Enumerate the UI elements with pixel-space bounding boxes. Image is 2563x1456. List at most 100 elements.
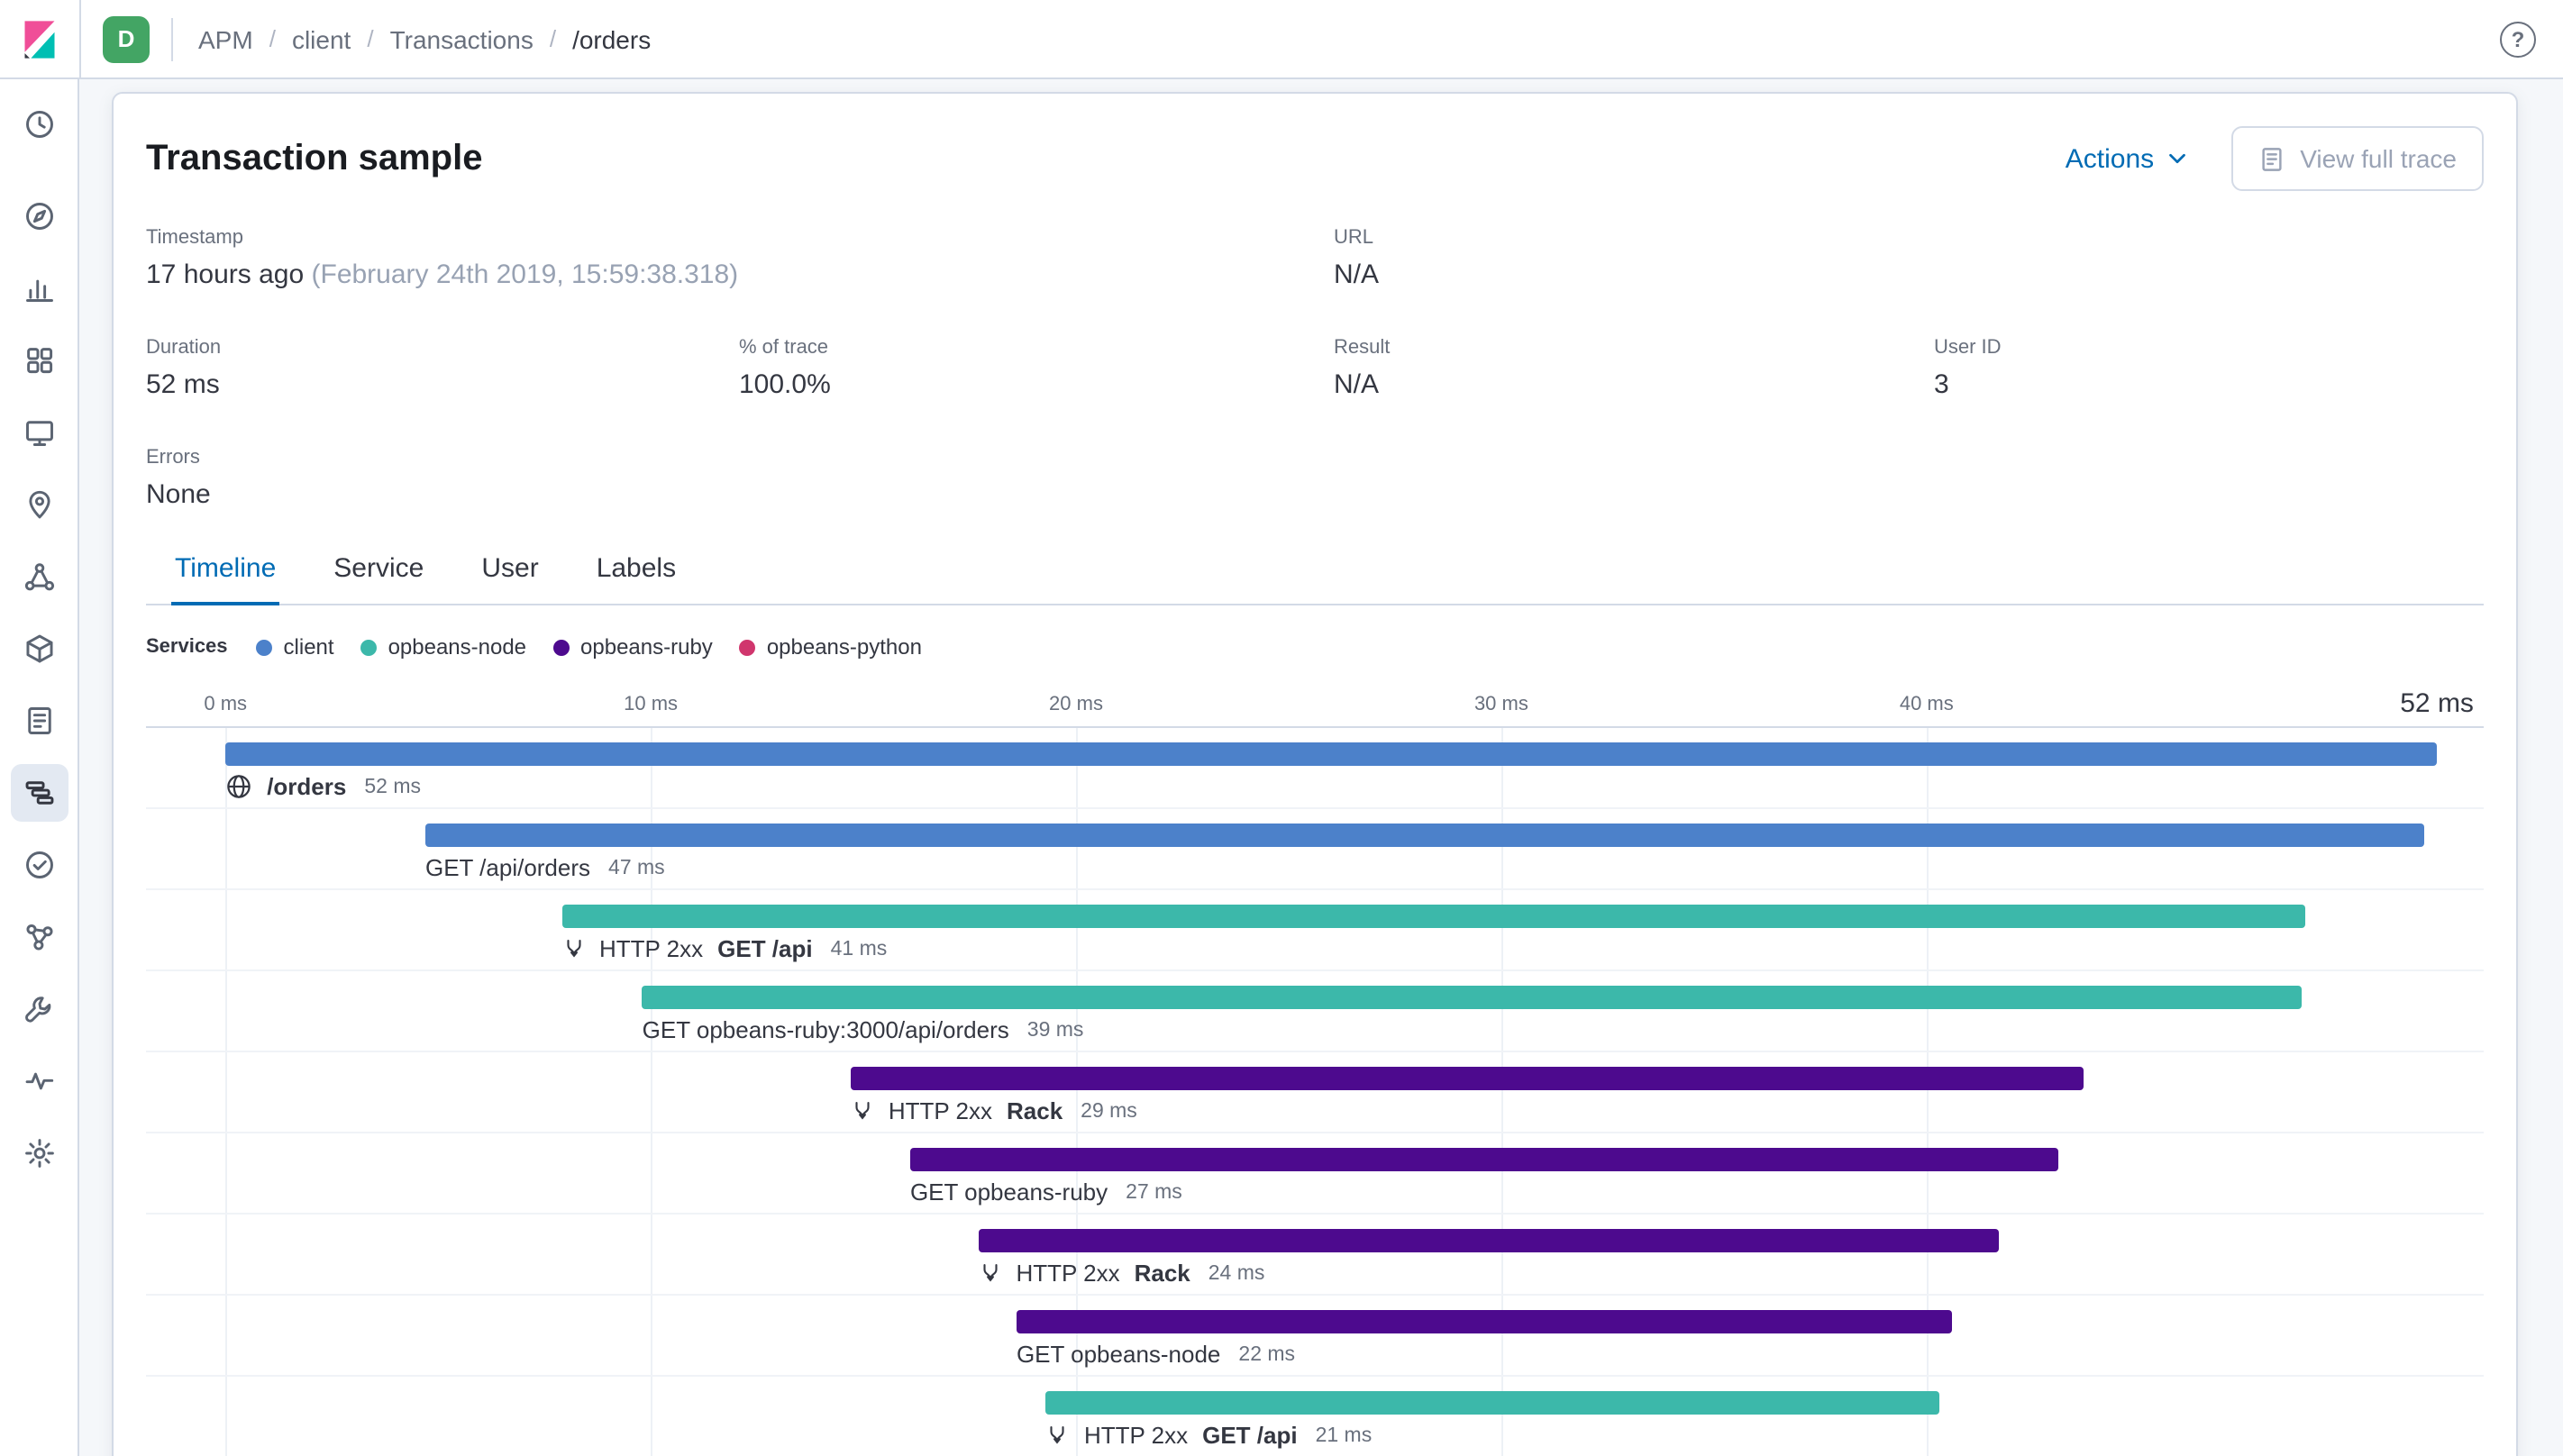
waterfall-bar[interactable]: [978, 1229, 2000, 1252]
axis-total-duration: 52 ms: [2400, 688, 2474, 719]
dashboard-icon: [23, 344, 55, 377]
field-label: Result: [1334, 337, 1391, 359]
field-duration: Duration 52 ms: [146, 337, 739, 400]
topbar-divider: [171, 17, 173, 60]
field-errors: Errors None: [146, 447, 739, 510]
waterfall-row[interactable]: GET opbeans-ruby 27 ms: [146, 1133, 2484, 1215]
legend-label: opbeans-python: [766, 634, 922, 660]
waterfall-row[interactable]: /orders 52 ms: [146, 728, 2484, 809]
waterfall-bar[interactable]: [909, 1148, 2059, 1171]
breadcrumb-transactions[interactable]: Transactions: [390, 24, 534, 53]
merge-icon: [566, 940, 580, 958]
breadcrumb-service[interactable]: client: [292, 24, 351, 53]
breadcrumb-apm[interactable]: APM: [198, 24, 253, 53]
sidebar-item-logs[interactable]: [10, 692, 68, 750]
visualize-icon: [23, 272, 55, 305]
merge-icon: [1051, 1426, 1065, 1444]
waterfall-bar[interactable]: [424, 824, 2424, 847]
waterfall-bar[interactable]: [225, 742, 2438, 766]
legend-dot: [553, 639, 570, 655]
discover-icon: [23, 200, 55, 232]
waterfall-row[interactable]: GET /api/orders 47 ms: [146, 809, 2484, 890]
maps-icon: [23, 488, 55, 521]
tab-timeline[interactable]: Timeline: [171, 535, 280, 605]
sidebar-item-machine-learning[interactable]: [10, 548, 68, 605]
waterfall-bar[interactable]: [850, 1067, 2084, 1090]
logs-icon: [23, 705, 55, 737]
field-value: N/A: [1334, 369, 1380, 400]
axis-tick: 0 ms: [204, 694, 248, 715]
sidebar-item-maps[interactable]: [10, 476, 68, 533]
waterfall-item-label: GET opbeans-ruby:3000/api/orders 39 ms: [643, 1016, 1084, 1043]
space-badge[interactable]: D: [103, 15, 150, 62]
waterfall-bar[interactable]: [642, 986, 2302, 1009]
sidebar-item-infrastructure[interactable]: [10, 620, 68, 678]
result-badge: HTTP 2xx: [599, 935, 704, 962]
span-duration: 22 ms: [1238, 1343, 1296, 1365]
waterfall-row[interactable]: HTTP 2xx GET /api 41 ms: [146, 890, 2484, 971]
result-badge: HTTP 2xx: [888, 1097, 992, 1124]
sidebar-item-dev-tools[interactable]: [10, 980, 68, 1038]
sidebar-item-discover[interactable]: [10, 187, 68, 245]
waterfall-item-label: /orders 52 ms: [225, 773, 421, 800]
waterfall-row[interactable]: HTTP 2xx Rack 29 ms: [146, 1052, 2484, 1133]
sidebar-item-canvas[interactable]: [10, 404, 68, 461]
span-name: GET opbeans-node: [1016, 1341, 1221, 1368]
actions-menu-button[interactable]: Actions: [2066, 143, 2188, 174]
apm-icon: [23, 777, 55, 809]
legend-dot: [360, 639, 378, 655]
waterfall-row[interactable]: GET opbeans-ruby:3000/api/orders 39 ms: [146, 971, 2484, 1052]
axis-tick: 10 ms: [624, 694, 679, 715]
span-duration: 52 ms: [364, 776, 421, 797]
span-duration: 21 ms: [1315, 1424, 1373, 1446]
sidebar-item-visualize[interactable]: [10, 259, 68, 317]
sidebar-item-monitoring[interactable]: [10, 1052, 68, 1110]
tab-labels[interactable]: Labels: [593, 535, 680, 605]
help-icon[interactable]: ?: [2500, 21, 2536, 57]
span-duration: 39 ms: [1026, 1019, 1084, 1041]
sidebar-item-dashboard[interactable]: [10, 332, 68, 389]
waterfall-bar[interactable]: [1016, 1310, 1953, 1333]
sidebar-item-recently-viewed[interactable]: [10, 96, 68, 153]
chevron-down-icon: [2169, 153, 2186, 164]
legend-dot: [739, 639, 756, 655]
span-duration: 29 ms: [1081, 1100, 1137, 1122]
sidebar-item-apm[interactable]: [10, 764, 68, 822]
breadcrumb: APM / client / Transactions / /orders: [198, 24, 651, 53]
waterfall-bar[interactable]: [1045, 1391, 1939, 1415]
span-name: GET /api/orders: [424, 854, 591, 881]
legend-item-opbeans-ruby: opbeans-ruby: [553, 634, 713, 660]
legend-label: client: [283, 634, 334, 660]
view-full-trace-button[interactable]: View full trace: [2231, 126, 2484, 191]
dev-tools-icon: [23, 993, 55, 1025]
kibana-logo[interactable]: [0, 0, 81, 77]
waterfall-row[interactable]: GET opbeans-node 22 ms: [146, 1296, 2484, 1377]
field-label: URL: [1334, 227, 1374, 249]
waterfall-row[interactable]: HTTP 2xx GET /api 21 ms: [146, 1377, 2484, 1456]
services-legend-title: Services: [146, 636, 228, 658]
sidebar-item-uptime[interactable]: [10, 836, 68, 894]
axis-tick: 40 ms: [1899, 694, 1954, 715]
legend-label: opbeans-node: [388, 634, 527, 660]
waterfall-item-label: GET /api/orders 47 ms: [425, 854, 665, 881]
tab-user[interactable]: User: [478, 535, 542, 605]
field-result: Result N/A: [1334, 337, 1934, 400]
waterfall-row[interactable]: HTTP 2xx Rack 24 ms: [146, 1215, 2484, 1296]
legend-dot: [256, 639, 273, 655]
canvas-icon: [23, 416, 55, 449]
span-name: /orders: [267, 773, 347, 800]
field-label: Duration: [146, 337, 222, 359]
tab-service[interactable]: Service: [330, 535, 427, 605]
breadcrumb-separator: /: [269, 25, 276, 52]
span-name: GET /api: [717, 935, 813, 962]
waterfall-bar[interactable]: [561, 905, 2305, 928]
waterfall-item-label: GET opbeans-node 22 ms: [1017, 1341, 1295, 1368]
sidebar-item-graph[interactable]: [10, 908, 68, 966]
result-badge: HTTP 2xx: [1083, 1422, 1189, 1449]
panel-header: Transaction sample Actions View full tra…: [146, 126, 2484, 191]
legend-label: opbeans-ruby: [580, 634, 713, 660]
waterfall-item-label: GET opbeans-ruby 27 ms: [910, 1178, 1182, 1206]
sidebar-item-management[interactable]: [10, 1124, 68, 1182]
detail-tabs: Timeline Service User Labels: [146, 535, 2484, 605]
field-value: 52 ms: [146, 369, 220, 400]
